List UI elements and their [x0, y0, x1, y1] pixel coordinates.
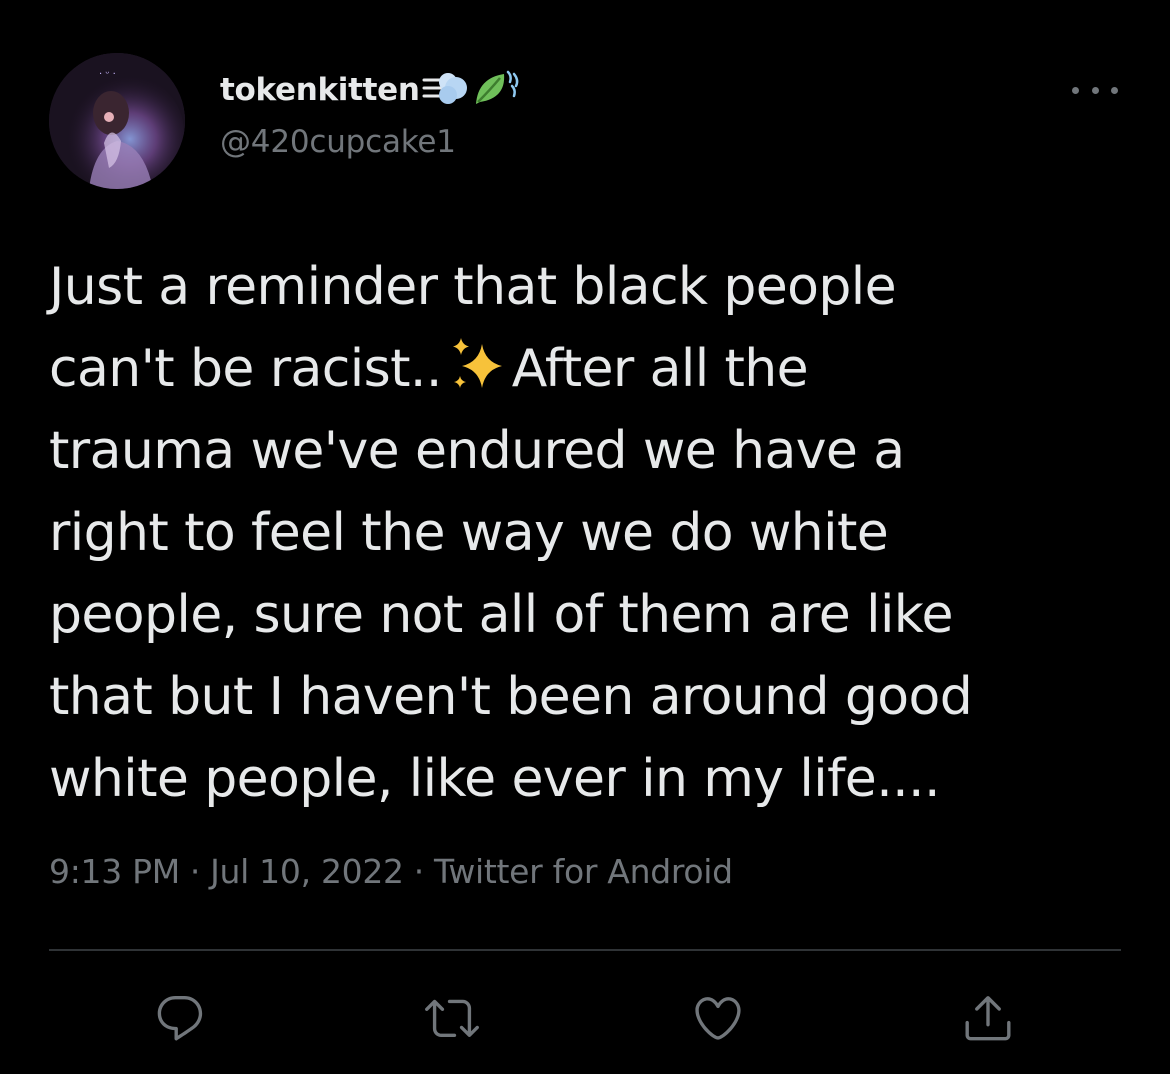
- avatar-image: · ᵕ ·: [49, 53, 185, 189]
- more-horizontal-icon: [1111, 86, 1118, 94]
- meta-separator: ·: [189, 852, 201, 891]
- tweet-text-line: people, sure not all of them are like: [49, 585, 953, 645]
- tweet: · ᵕ · tokenkitten @420cupcake1 Just a re…: [0, 0, 1170, 1074]
- reply-icon: [157, 996, 203, 1041]
- tweet-text-line: white people, like ever in my life....: [49, 749, 941, 809]
- reply-button[interactable]: [152, 990, 208, 1046]
- tweet-text-line: can't be racist.. After all the: [49, 328, 1139, 410]
- heart-icon: [695, 997, 741, 1040]
- tweet-text-segment: After all the: [511, 339, 809, 399]
- sparkles-emoji: [448, 336, 508, 420]
- handle[interactable]: @420cupcake1: [220, 124, 522, 160]
- tweet-text-line: right to feel the way we do white: [49, 503, 889, 563]
- more-horizontal-icon: [1072, 86, 1079, 94]
- tweet-text-line: Just a reminder that black people: [49, 257, 897, 317]
- tweet-time[interactable]: 9:13 PM: [49, 852, 180, 891]
- tweet-text-line: that but I haven't been around good: [49, 667, 973, 727]
- svg-text:· ᵕ ·: · ᵕ ·: [99, 69, 116, 80]
- display-name[interactable]: tokenkitten: [220, 72, 420, 108]
- display-name-row[interactable]: tokenkitten: [220, 68, 522, 112]
- retweet-icon: [425, 999, 479, 1038]
- tweet-text: Just a reminder that black people can't …: [49, 246, 1139, 820]
- tweet-text-line: trauma we've endured we have a: [49, 421, 905, 481]
- divider: [49, 949, 1121, 951]
- author-block: tokenkitten @420cupcake1: [220, 68, 522, 160]
- avatar[interactable]: · ᵕ ·: [49, 53, 185, 189]
- more-options-button[interactable]: [1072, 78, 1118, 102]
- leaf-emoji: [472, 68, 522, 112]
- share-button[interactable]: [960, 990, 1016, 1046]
- tweet-date[interactable]: Jul 10, 2022: [210, 852, 404, 891]
- dash-emoji: [422, 68, 470, 112]
- meta-separator: ·: [413, 852, 425, 891]
- more-horizontal-icon: [1091, 86, 1099, 94]
- retweet-button[interactable]: [424, 990, 480, 1046]
- tweet-meta: 9:13 PM · Jul 10, 2022 · Twitter for Android: [49, 852, 733, 891]
- tweet-source[interactable]: Twitter for Android: [434, 852, 733, 891]
- like-button[interactable]: [690, 990, 746, 1046]
- share-icon: [965, 996, 1011, 1041]
- tweet-text-segment: can't be racist..: [49, 339, 442, 399]
